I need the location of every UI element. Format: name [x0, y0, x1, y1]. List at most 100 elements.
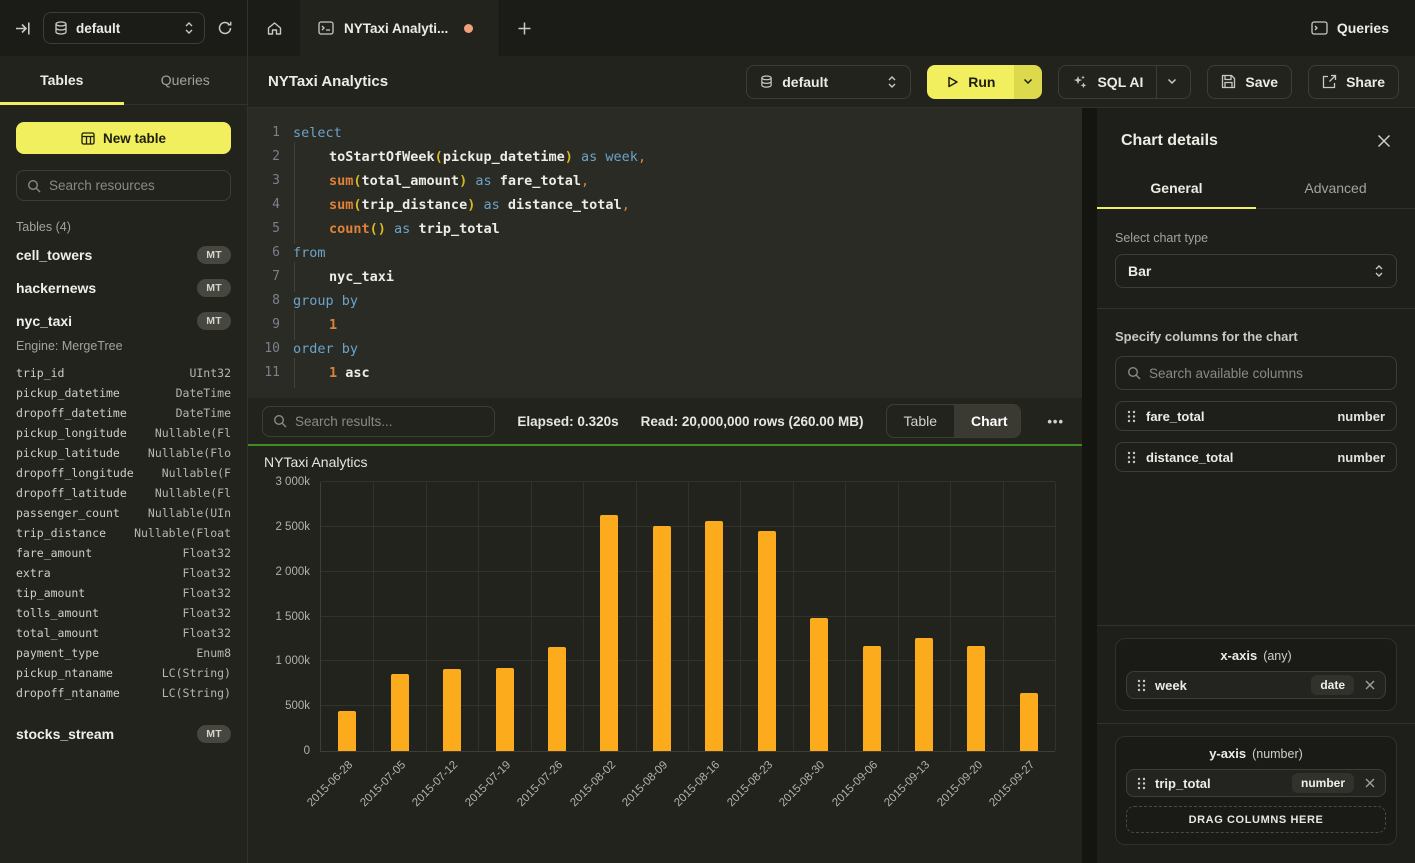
editor-line[interactable]: 3sum(total_amount) as fare_total,	[248, 169, 1082, 193]
sparkles-icon	[1072, 74, 1088, 90]
line-code: count() as trip_total	[293, 217, 500, 241]
sql-token: 1	[329, 365, 337, 381]
share-button[interactable]: Share	[1308, 65, 1399, 99]
x-tick-label: 2015-07-05	[358, 759, 408, 809]
results-search-input[interactable]	[295, 414, 484, 429]
sidebar-tab-tables[interactable]: Tables	[0, 56, 124, 104]
sql-token: as	[394, 221, 410, 237]
database-selector[interactable]: default	[43, 12, 205, 44]
sidebar-search[interactable]	[16, 170, 231, 201]
bar-2015-07-26[interactable]	[548, 647, 566, 751]
sql-editor[interactable]: 1select2toStartOfWeek(pickup_datetime) a…	[248, 108, 1082, 398]
close-icon[interactable]	[1377, 134, 1391, 148]
tab-general[interactable]: General	[1097, 168, 1256, 208]
x-axis-column-pill[interactable]: week date	[1126, 671, 1386, 699]
sql-editor-lines: 1select2toStartOfWeek(pickup_datetime) a…	[248, 121, 1082, 385]
bar-2015-08-16[interactable]	[705, 521, 723, 751]
bar-2015-07-19[interactable]	[496, 668, 514, 751]
editor-line[interactable]: 4sum(trip_distance) as distance_total,	[248, 193, 1082, 217]
y-axis-column-name: trip_total	[1155, 776, 1211, 791]
sidebar-tab-queries[interactable]: Queries	[124, 56, 248, 104]
bar-2015-08-30[interactable]	[810, 618, 828, 751]
bar-2015-08-02[interactable]	[600, 515, 618, 751]
editor-line[interactable]: 111 asc	[248, 361, 1082, 385]
column-type: Nullable(F	[154, 466, 231, 480]
column-type: Nullable(Float	[126, 526, 231, 540]
new-tab-button[interactable]	[500, 0, 548, 56]
column-type: Float32	[175, 586, 231, 600]
bar-2015-09-13[interactable]	[915, 638, 933, 751]
refresh-icon[interactable]	[217, 20, 233, 36]
chart-type-select[interactable]: Bar	[1115, 254, 1397, 288]
drag-columns-drop-zone[interactable]: DRAG COLUMNS HERE	[1126, 806, 1386, 833]
available-column-distance_total[interactable]: distance_totalnumber	[1115, 442, 1397, 472]
columns-search-input[interactable]	[1149, 366, 1385, 381]
column-type: Float32	[175, 606, 231, 620]
editor-line[interactable]: 2toStartOfWeek(pickup_datetime) as week,	[248, 145, 1082, 169]
x-tick-label: 2015-09-06	[830, 759, 880, 809]
available-column-fare_total[interactable]: fare_totalnumber	[1115, 401, 1397, 431]
results-search[interactable]	[262, 406, 495, 437]
column-row: dropoff_ntanameLC(String)	[16, 683, 231, 703]
editor-line[interactable]: 6from	[248, 241, 1082, 265]
x-tick-label: 2015-08-02	[568, 759, 618, 809]
table-row-stocks_stream[interactable]: stocks_streamMT	[0, 717, 247, 750]
columns-search[interactable]	[1115, 356, 1397, 390]
bar-2015-09-06[interactable]	[863, 646, 881, 751]
tab-advanced[interactable]: Advanced	[1256, 168, 1415, 208]
run-options-chevron[interactable]	[1014, 65, 1042, 99]
view-toggle-chart[interactable]: Chart	[954, 405, 1021, 437]
line-number: 10	[248, 337, 280, 361]
x-tick-label: 2015-07-19	[463, 759, 513, 809]
sql-ai-options-chevron[interactable]	[1156, 66, 1177, 98]
v-gridline	[636, 482, 637, 751]
sql-ai-button[interactable]: SQL AI	[1058, 65, 1191, 99]
engine-badge: MT	[197, 279, 231, 297]
sidebar-search-input[interactable]	[49, 178, 220, 193]
drag-handle-icon[interactable]	[1127, 451, 1136, 464]
bar-2015-09-27[interactable]	[1020, 693, 1038, 751]
bar-2015-08-09[interactable]	[653, 526, 671, 751]
table-row-nyc_taxi[interactable]: nyc_taxiMT	[0, 304, 247, 337]
table-row-cell_towers[interactable]: cell_towersMT	[0, 238, 247, 271]
new-table-button[interactable]: New table	[16, 122, 231, 154]
editor-line[interactable]: 5count() as trip_total	[248, 217, 1082, 241]
drag-handle-icon[interactable]	[1137, 679, 1146, 692]
drag-handle-icon[interactable]	[1127, 410, 1136, 423]
bar-2015-08-23[interactable]	[758, 531, 776, 751]
run-button-main[interactable]: Run	[927, 65, 1014, 99]
queries-button[interactable]: Queries	[1311, 20, 1389, 36]
x-tick-label: 2015-08-16	[673, 759, 723, 809]
tab-nytaxi-analytics[interactable]: NYTaxi Analyti...	[300, 0, 500, 56]
bar-2015-07-05[interactable]	[391, 674, 409, 751]
header-database-selector[interactable]: default	[746, 65, 911, 99]
remove-column-icon[interactable]	[1363, 680, 1375, 690]
column-name: dropoff_latitude	[16, 486, 127, 500]
bar-2015-07-12[interactable]	[443, 669, 461, 751]
editor-line[interactable]: 8group by	[248, 289, 1082, 313]
table-row-hackernews[interactable]: hackernewsMT	[0, 271, 247, 304]
view-toggle-table[interactable]: Table	[887, 405, 954, 437]
tab-label: NYTaxi Analyti...	[344, 21, 448, 36]
remove-column-icon[interactable]	[1363, 778, 1375, 788]
column-row: pickup_datetimeDateTime	[16, 383, 231, 403]
play-icon	[946, 75, 959, 89]
sql-token: (	[353, 197, 361, 213]
more-options-button[interactable]: •••	[1043, 414, 1068, 429]
bar-2015-09-20[interactable]	[967, 646, 985, 751]
editor-line[interactable]: 91	[248, 313, 1082, 337]
bar-2015-06-28[interactable]	[338, 711, 356, 751]
run-button[interactable]: Run	[927, 65, 1042, 99]
y-axis-column-pill[interactable]: trip_total number	[1126, 769, 1386, 797]
drag-handle-icon[interactable]	[1137, 777, 1146, 790]
x-axis-column-name: week	[1155, 678, 1187, 693]
save-button[interactable]: Save	[1207, 65, 1292, 99]
editor-line[interactable]: 7nyc_taxi	[248, 265, 1082, 289]
editor-line[interactable]: 10 order by	[248, 337, 1082, 361]
home-button[interactable]	[248, 0, 300, 56]
sql-token: order by	[293, 341, 358, 357]
line-number: 6	[248, 241, 280, 265]
editor-line[interactable]: 1select	[248, 121, 1082, 145]
column-row: tolls_amountFloat32	[16, 603, 231, 623]
collapse-sidebar-icon[interactable]	[14, 20, 31, 37]
